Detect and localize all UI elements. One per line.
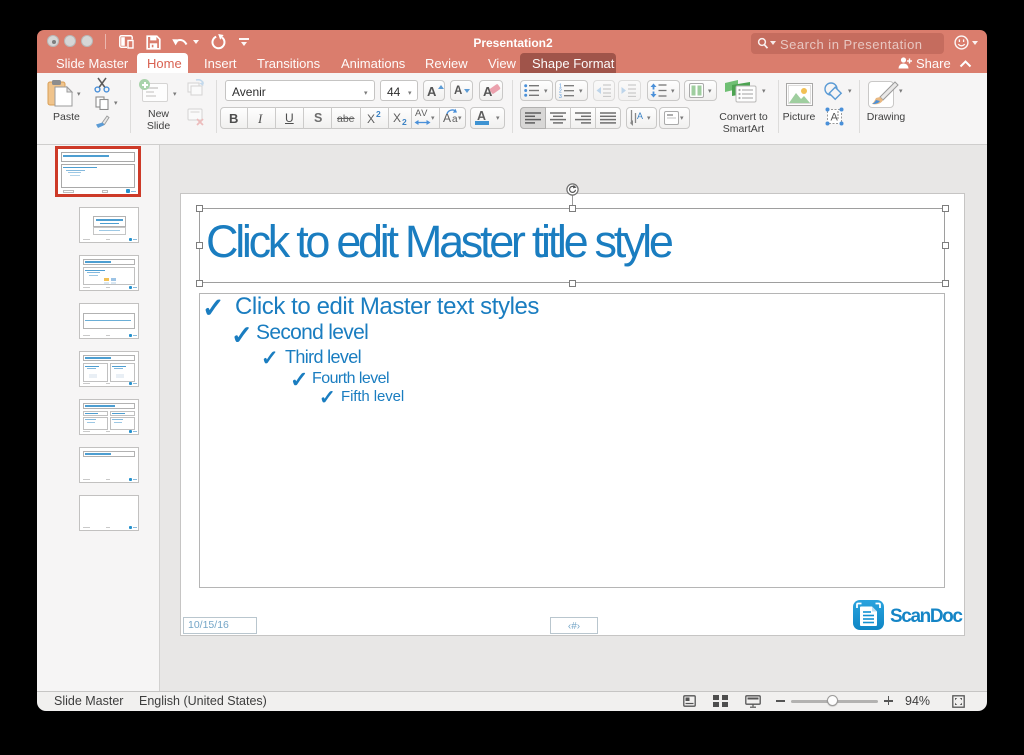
svg-text:A: A bbox=[637, 111, 643, 121]
svg-text:3: 3 bbox=[559, 94, 562, 98]
